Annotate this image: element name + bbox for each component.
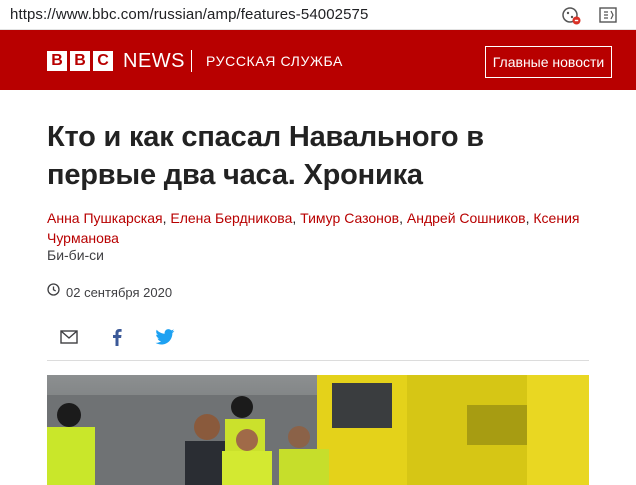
- byline-authors: Анна Пушкарская, Елена Бердникова, Тимур…: [47, 210, 580, 246]
- bbc-logo[interactable]: B B C: [47, 51, 113, 71]
- service-label[interactable]: РУССКАЯ СЛУЖБА: [206, 53, 343, 69]
- address-bar[interactable]: https://www.bbc.com/russian/amp/features…: [0, 0, 636, 30]
- header-divider: [191, 50, 192, 72]
- bbc-logo-letter: C: [93, 51, 113, 71]
- clock-icon: [47, 283, 60, 301]
- ambulance-scene-image: [47, 375, 589, 485]
- twitter-icon[interactable]: [154, 326, 176, 348]
- author-link[interactable]: Андрей Сошников: [407, 210, 526, 226]
- article-headline: Кто и как спасал Навального в первые два…: [47, 121, 484, 191]
- author-link[interactable]: Елена Бердникова: [170, 210, 292, 226]
- article-photo: [47, 375, 589, 485]
- reader-mode-icon[interactable]: [598, 5, 618, 25]
- news-label[interactable]: NEWS: [123, 50, 185, 73]
- bbc-logo-letter: B: [70, 51, 90, 71]
- facebook-icon[interactable]: [106, 326, 128, 348]
- top-stories-button[interactable]: Главные новости: [485, 46, 612, 78]
- tracking-prevention-icon[interactable]: [561, 5, 581, 25]
- share-divider: [47, 360, 589, 361]
- author-link[interactable]: Тимур Сазонов: [300, 210, 399, 226]
- publish-date: 02 сентября 2020: [47, 283, 172, 301]
- byline-organization: Би-би-си: [47, 247, 104, 263]
- date-text: 02 сентября 2020: [66, 284, 173, 300]
- bbc-logo-letter: B: [47, 51, 67, 71]
- author-link[interactable]: Анна Пушкарская: [47, 210, 163, 226]
- url-text[interactable]: https://www.bbc.com/russian/amp/features…: [10, 6, 368, 23]
- email-icon[interactable]: [58, 326, 80, 348]
